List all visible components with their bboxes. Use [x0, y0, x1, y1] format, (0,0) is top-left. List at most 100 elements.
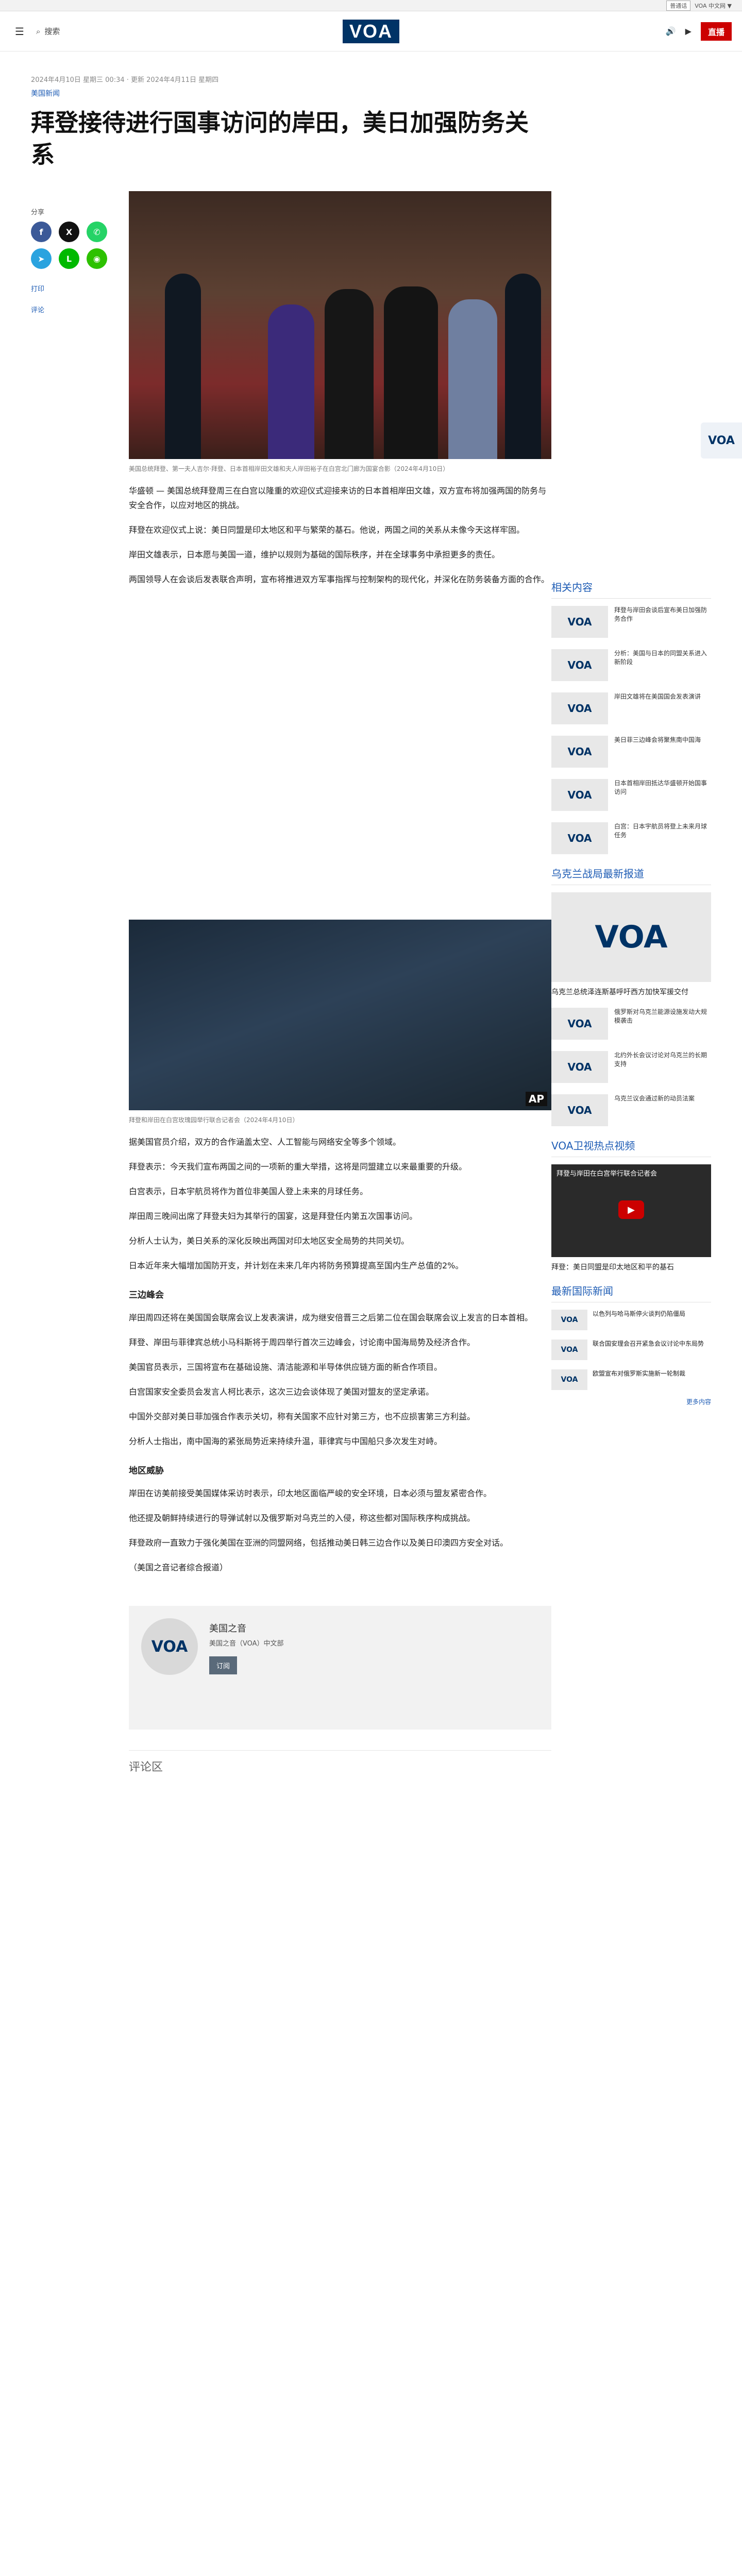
paragraph: 华盛顿 — 美国总统拜登周三在白宫以隆重的欢迎仪式迎接来访的日本首相岸田文雄，双…	[129, 486, 547, 510]
thumbnail-image: VOA	[551, 1310, 587, 1330]
hero-caption: 美国总统拜登、第一夫人吉尔·拜登、日本首相岸田文雄和夫人岸田裕子在白宫北门廊为国…	[129, 465, 449, 472]
utility-bar: 普通话 VOA 中文网 ▼	[0, 0, 742, 11]
author-card: VOA 美国之音 美国之音（VOA）中文部 订阅	[129, 1606, 551, 1730]
thumbnail-image: VOA	[551, 1008, 608, 1040]
related-item-title: 拜登与岸田会谈后宣布美日加强防务合作	[614, 606, 707, 622]
paragraph: 中国外交部对美日菲加强合作表示关切，称有关国家不应针对第三方，也不应损害第三方利…	[129, 1412, 476, 1421]
sidebar: 相关内容 VOA 拜登与岸田会谈后宣布美日加强防务合作 VOA 分析：美国与日本的同盟…	[551, 579, 711, 1406]
paragraph: 两国领导人在会谈后发表联合声明，宣布将推进双方军事指挥与控制架构的现代化，并深化…	[129, 574, 550, 584]
share-buttons: f X ✆ ➤ L ◉	[31, 222, 129, 269]
related-item[interactable]: VOA 日本首相岸田抵达华盛顿开始国事访问	[551, 779, 711, 811]
related-item-title: 岸田文雄将在美国国会发表演讲	[614, 693, 701, 700]
print-link[interactable]: 打印	[31, 283, 129, 293]
related-item-title: 白宫：日本宇航员将登上未来月球任务	[614, 823, 707, 839]
live-button[interactable]: 直播	[700, 22, 732, 41]
comment-link[interactable]: 评论	[31, 304, 129, 314]
search-label: 搜索	[44, 27, 60, 36]
sidebar-video-caption[interactable]: 拜登：美日同盟是印太地区和平的基石	[551, 1262, 711, 1273]
subhead: 地区威胁	[129, 1466, 164, 1476]
hero-image	[129, 191, 551, 459]
paragraph: 拜登在欢迎仪式上说：美日同盟是印太地区和平与繁荣的基石。他说，两国之间的关系从未…	[129, 525, 525, 535]
article-category[interactable]: 美国新闻	[31, 88, 711, 98]
paragraph: 拜登表示：今天我们宣布两国之间的一项新的重大举措，这将是同盟建立以来最重要的升级…	[129, 1162, 467, 1172]
article-body: 美国总统拜登、第一夫人吉尔·拜登、日本首相岸田文雄和夫人岸田裕子在白宫北门廊为国…	[129, 191, 551, 1970]
featured-list: VOA 俄罗斯对乌克兰能源设施发动大规模袭击 VOA 北约外长会议讨论对乌克兰的长期支…	[551, 1008, 711, 1126]
paragraph: 岸田文雄表示，日本愿与美国一道，维护以规则为基础的国际秩序，并在全球事务中承担更…	[129, 550, 500, 560]
author-name[interactable]: 美国之音	[209, 1621, 284, 1635]
news-list: VOA 以色列与哈马斯停火谈判仍陷僵局 VOA 联合国安理会召开紧急会议讨论中东局势 V…	[551, 1310, 711, 1390]
thumbnail-image: VOA	[551, 736, 608, 768]
featured-item[interactable]: VOA 北约外长会议讨论对乌克兰的长期支持	[551, 1051, 711, 1083]
author-description: 美国之音（VOA）中文部	[209, 1640, 284, 1648]
paragraph: 分析人士认为，美日关系的深化反映出两国对印太地区安全局势的共同关切。	[129, 1236, 410, 1246]
whatsapp-share-button[interactable]: ✆	[87, 222, 107, 242]
featured-heading[interactable]: 乌克兰战局最新报道	[551, 866, 711, 885]
video-heading: VOA卫视热点视频	[551, 1138, 711, 1157]
language-select[interactable]: 普通话	[666, 0, 691, 11]
video-caption: 拜登和岸田在白宫玫瑰园举行联合记者会（2024年4月10日）	[129, 1116, 299, 1124]
paragraph: （美国之音记者综合报道）	[129, 1563, 228, 1572]
voa-logo[interactable]: VOA	[343, 20, 399, 43]
share-panel: 分享 f X ✆ ➤ L ◉ 打印 评论	[31, 191, 129, 1970]
play-icon[interactable]: ▶	[618, 1200, 644, 1219]
facebook-share-button[interactable]: f	[31, 222, 52, 242]
paragraph: 美国官员表示，三国将宣布在基础设施、清洁能源和半导体供应链方面的新合作项目。	[129, 1362, 443, 1372]
thumbnail-image: VOA	[551, 649, 608, 681]
thumbnail-image: VOA	[551, 1094, 608, 1126]
featured-item-title: 乌克兰议会通过新的动员法案	[614, 1095, 695, 1102]
embedded-video[interactable]: AP	[129, 920, 551, 1110]
subscribe-button[interactable]: 订阅	[209, 1656, 238, 1674]
news-item[interactable]: VOA 欧盟宣布对俄罗斯实施新一轮制裁	[551, 1369, 711, 1390]
thumbnail-image: VOA	[551, 692, 608, 724]
featured-image[interactable]: VOA	[551, 892, 711, 982]
featured-caption[interactable]: 乌克兰总统泽连斯基呼吁西方加快军援交付	[551, 987, 711, 997]
language-options[interactable]: VOA 中文网 ▼	[695, 2, 732, 10]
related-item[interactable]: VOA 拜登与岸田会谈后宣布美日加强防务合作	[551, 606, 711, 638]
site-header: ☰ ⌕ 搜索 VOA 🔊 ▶ 直播	[0, 11, 742, 52]
article-dateline: 2024年4月10日 星期三 00:34 · 更新 2024年4月11日 星期四	[31, 76, 219, 84]
thumbnail-image: VOA	[551, 606, 608, 638]
thumbnail-image: VOA	[551, 1340, 587, 1360]
news-heading: 最新国际新闻	[551, 1283, 711, 1302]
sidebar-video-player[interactable]: 拜登与岸田在白宫举行联合记者会 ▶	[551, 1164, 711, 1257]
sidebar-video-title: 拜登与岸田在白宫举行联合记者会	[556, 1170, 657, 1178]
more-link[interactable]: 更多内容	[551, 1397, 711, 1406]
telegram-share-button[interactable]: ➤	[31, 248, 52, 269]
menu-icon[interactable]: ☰	[10, 22, 29, 41]
paragraph: 分析人士指出，南中国海的紧张局势近来持续升温，菲律宾与中国船只多次发生对峙。	[129, 1436, 443, 1446]
featured-item-title: 俄罗斯对乌克兰能源设施发动大规模袭击	[614, 1008, 707, 1024]
audio-icon[interactable]: 🔊	[666, 26, 676, 36]
search-button[interactable]: ⌕ 搜索	[36, 26, 60, 37]
thumbnail-image: VOA	[551, 822, 608, 854]
paragraph: 白宫表示，日本宇航员将作为首位非美国人登上未来的月球任务。	[129, 1187, 368, 1196]
related-item-title: 日本首相岸田抵达华盛顿开始国事访问	[614, 779, 707, 795]
author-avatar: VOA	[141, 1618, 198, 1675]
ap-logo: AP	[525, 1092, 547, 1106]
featured-item-title: 北约外长会议讨论对乌克兰的长期支持	[614, 1052, 707, 1067]
paragraph: 他还提及朝鲜持续进行的导弹试射以及俄罗斯对乌克兰的入侵，称这些都对国际秩序构成挑…	[129, 1513, 476, 1523]
article-title: 拜登接待进行国事访问的岸田，美日加强防务关系	[31, 109, 529, 168]
paragraph: 拜登、岸田与菲律宾总统小马科斯将于周四举行首次三边峰会，讨论南中国海局势及经济合…	[129, 1337, 476, 1347]
wechat-share-button[interactable]: ◉	[87, 248, 107, 269]
news-item[interactable]: VOA 联合国安理会召开紧急会议讨论中东局势	[551, 1340, 711, 1360]
thumbnail-image: VOA	[551, 1051, 608, 1083]
news-item[interactable]: VOA 以色列与哈马斯停火谈判仍陷僵局	[551, 1310, 711, 1330]
news-item-title: 联合国安理会召开紧急会议讨论中东局势	[593, 1340, 704, 1347]
x-share-button[interactable]: X	[59, 222, 79, 242]
related-item[interactable]: VOA 美日菲三边峰会将聚焦南中国海	[551, 736, 711, 768]
video-icon[interactable]: ▶	[685, 26, 692, 36]
paragraph: 日本近年来大幅增加国防开支，并计划在未来几年内将防务预算提高至国内生产总值的2%…	[129, 1261, 464, 1270]
share-label: 分享	[31, 209, 45, 216]
thumbnail-image: VOA	[551, 779, 608, 811]
featured-item[interactable]: VOA 乌克兰议会通过新的动员法案	[551, 1094, 711, 1126]
subhead: 三边峰会	[129, 1290, 164, 1300]
related-item[interactable]: VOA 白宫：日本宇航员将登上未来月球任务	[551, 822, 711, 854]
related-item[interactable]: VOA 分析：美国与日本的同盟关系进入新阶段	[551, 649, 711, 681]
line-share-button[interactable]: L	[59, 248, 79, 269]
ad-space	[129, 587, 551, 906]
paragraph: 岸田周四还将在美国国会联席会议上发表演讲，成为继安倍晋三之后第二位在国会联席会议…	[129, 1313, 533, 1323]
paragraph: 岸田周三晚间出席了拜登夫妇为其举行的国宴，这是拜登任内第五次国事访问。	[129, 1211, 418, 1221]
related-item[interactable]: VOA 岸田文雄将在美国国会发表演讲	[551, 692, 711, 724]
related-item-title: 分析：美国与日本的同盟关系进入新阶段	[614, 650, 707, 666]
featured-item[interactable]: VOA 俄罗斯对乌克兰能源设施发动大规模袭击	[551, 1008, 711, 1040]
